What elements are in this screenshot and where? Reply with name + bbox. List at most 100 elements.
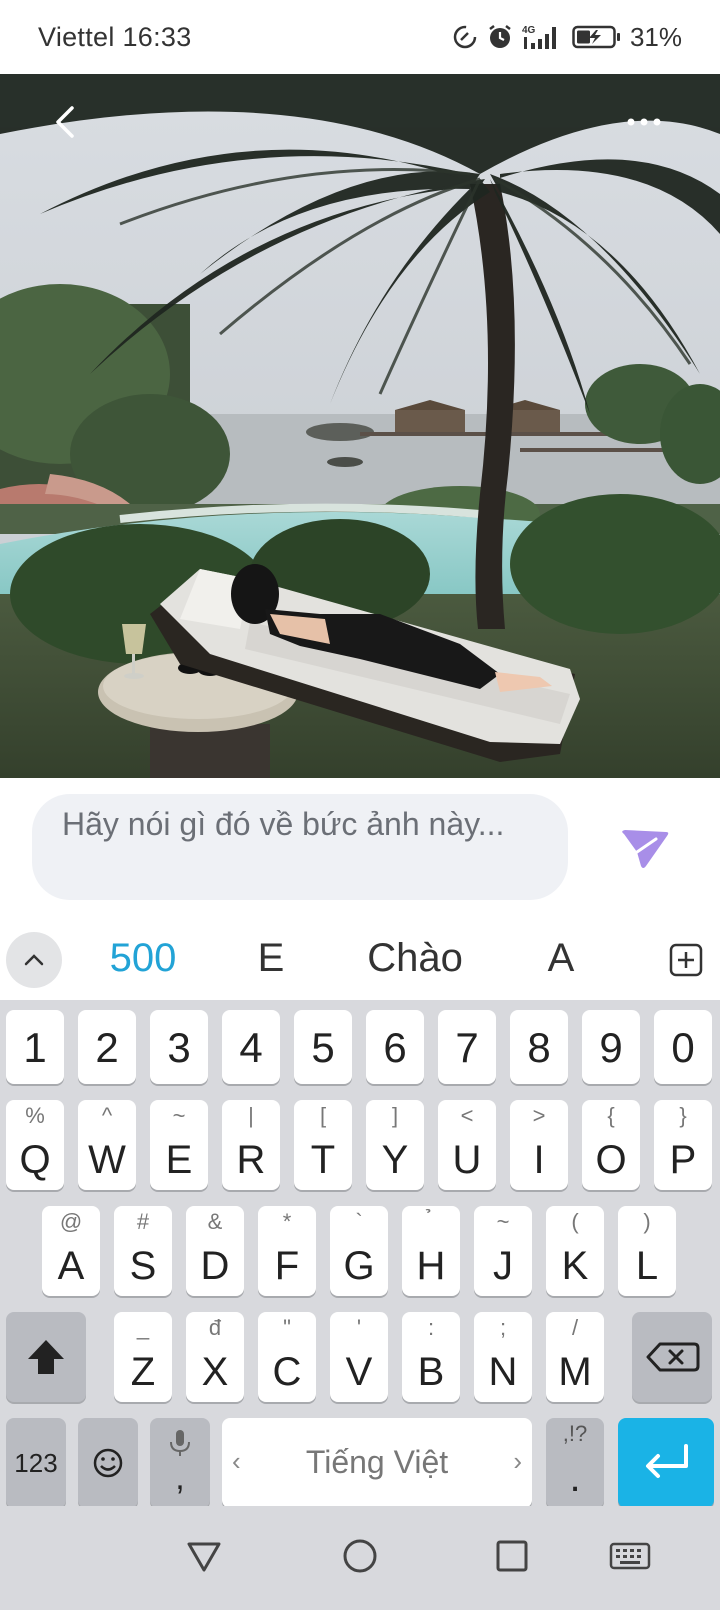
key-l[interactable]: ) L bbox=[618, 1206, 676, 1296]
key-j[interactable]: ~ J bbox=[474, 1206, 532, 1296]
emoji-icon bbox=[93, 1448, 123, 1478]
key-c[interactable]: " C bbox=[258, 1312, 316, 1402]
key-label: X bbox=[201, 1350, 229, 1394]
key-p[interactable]: } P bbox=[654, 1100, 712, 1190]
key-alt-label: | bbox=[248, 1103, 254, 1128]
shift-key[interactable] bbox=[6, 1312, 86, 1402]
key-h[interactable]: ̉H bbox=[402, 1206, 460, 1296]
chevron-up-icon bbox=[24, 954, 44, 966]
space-right-arrow-icon: › bbox=[513, 1446, 522, 1476]
key-g[interactable]: ` G bbox=[330, 1206, 388, 1296]
key-label: L bbox=[635, 1244, 659, 1288]
add-to-dictionary-button[interactable] bbox=[668, 942, 704, 978]
key-label: M bbox=[558, 1350, 592, 1394]
key-alt-label: { bbox=[607, 1103, 615, 1128]
key-0[interactable]: 0 bbox=[654, 1010, 712, 1084]
key-alt-label: } bbox=[679, 1103, 687, 1128]
key-label: Z bbox=[130, 1350, 156, 1394]
back-button[interactable] bbox=[36, 92, 96, 152]
key-label: A bbox=[57, 1244, 85, 1288]
key-o[interactable]: {O bbox=[582, 1100, 640, 1190]
key-label: R bbox=[236, 1138, 266, 1182]
nav-keyboard-button[interactable] bbox=[608, 1536, 652, 1581]
key-6[interactable]: 6 bbox=[366, 1010, 424, 1084]
key-t[interactable]: [T bbox=[294, 1100, 352, 1190]
key-alt-label: ̉ bbox=[402, 1210, 460, 1234]
key-alt-label: ^ bbox=[101, 1103, 113, 1128]
key-9[interactable]: 9 bbox=[582, 1010, 640, 1084]
key-n[interactable]: ; N bbox=[474, 1312, 532, 1402]
key-m[interactable]: / M bbox=[546, 1312, 604, 1402]
key-alt-label: ,!? bbox=[562, 1421, 588, 1446]
nav-back-button[interactable] bbox=[184, 1536, 224, 1581]
backspace-key[interactable] bbox=[632, 1312, 712, 1402]
key-r[interactable]: | R bbox=[222, 1100, 280, 1190]
enter-key[interactable] bbox=[618, 1418, 714, 1508]
triangle-back-icon bbox=[187, 1542, 221, 1572]
key-x[interactable]: đX bbox=[186, 1312, 244, 1402]
key-alt-label: % bbox=[25, 1103, 45, 1128]
key-2[interactable]: 2 bbox=[78, 1010, 136, 1084]
battery-charging-icon bbox=[572, 25, 620, 49]
key-y[interactable]: ] Y bbox=[366, 1100, 424, 1190]
numbers-symbols-key[interactable]: 123 bbox=[6, 1418, 66, 1508]
key-a[interactable]: @ A bbox=[42, 1206, 100, 1296]
key-k[interactable]: (K bbox=[546, 1206, 604, 1296]
more-options-button[interactable] bbox=[614, 92, 674, 152]
key-label: G bbox=[343, 1244, 375, 1288]
key-i[interactable]: > I bbox=[510, 1100, 568, 1190]
key-5[interactable]: 5 bbox=[294, 1010, 352, 1084]
key-alt-label: ` bbox=[355, 1209, 363, 1234]
key-label: 123 bbox=[14, 1448, 58, 1478]
key-u[interactable]: < U bbox=[438, 1100, 496, 1190]
key-v[interactable]: ' V bbox=[330, 1312, 388, 1402]
status-bar: Viettel 16:33 4G 31% bbox=[0, 0, 720, 74]
voice-comma-key[interactable]: , bbox=[150, 1418, 210, 1508]
key-label: 9 bbox=[599, 1024, 623, 1071]
key-8[interactable]: 8 bbox=[510, 1010, 568, 1084]
keyboard-suggestion-bar: 500 E Chào A bbox=[0, 920, 720, 1000]
key-label: 6 bbox=[383, 1024, 407, 1071]
shift-arrow-icon bbox=[28, 1340, 64, 1374]
key-alt-label: ~ bbox=[172, 1103, 186, 1128]
suggestion-item[interactable]: E bbox=[206, 936, 336, 981]
system-navigation-bar bbox=[0, 1506, 720, 1610]
period-key[interactable]: ,!? . bbox=[546, 1418, 604, 1508]
key-z[interactable]: _ Z bbox=[114, 1312, 172, 1402]
emoji-key[interactable] bbox=[78, 1418, 138, 1508]
clock: 16:33 bbox=[122, 21, 192, 52]
key-q[interactable]: % Q bbox=[6, 1100, 64, 1190]
keyboard-icon bbox=[609, 1542, 651, 1570]
nav-home-button[interactable] bbox=[340, 1536, 380, 1581]
key-label: N bbox=[488, 1350, 518, 1394]
key-d[interactable]: & D bbox=[186, 1206, 244, 1296]
suggestion-item[interactable]: 500 bbox=[78, 936, 208, 981]
key-w[interactable]: ^ W bbox=[78, 1100, 136, 1190]
key-4[interactable]: 4 bbox=[222, 1010, 280, 1084]
status-icons: 4G 31% bbox=[452, 22, 682, 53]
key-label: , bbox=[175, 1459, 185, 1497]
key-label: Y bbox=[381, 1138, 409, 1182]
key-7[interactable]: 7 bbox=[438, 1010, 496, 1084]
space-key[interactable]: ‹ Tiếng Việt › bbox=[222, 1418, 532, 1508]
key-1[interactable]: 1 bbox=[6, 1010, 64, 1084]
key-b[interactable]: :B bbox=[402, 1312, 460, 1402]
key-label: 0 bbox=[671, 1024, 695, 1071]
key-label: 4 bbox=[239, 1024, 263, 1071]
key-label: S bbox=[129, 1244, 157, 1288]
key-label: B bbox=[417, 1350, 445, 1394]
suggestion-item[interactable]: A bbox=[496, 936, 626, 981]
key-f[interactable]: * F bbox=[258, 1206, 316, 1296]
send-button[interactable] bbox=[616, 822, 672, 878]
key-label: 7 bbox=[455, 1024, 479, 1071]
key-label: D bbox=[200, 1244, 230, 1288]
key-3[interactable]: 3 bbox=[150, 1010, 208, 1084]
message-input[interactable] bbox=[32, 794, 568, 900]
key-label: H bbox=[416, 1244, 446, 1288]
key-s[interactable]: # S bbox=[114, 1206, 172, 1296]
nav-recents-button[interactable] bbox=[492, 1536, 532, 1581]
collapse-keyboard-button[interactable] bbox=[6, 932, 62, 988]
key-e[interactable]: ~ E bbox=[150, 1100, 208, 1190]
suggestion-item[interactable]: Chào bbox=[350, 936, 480, 981]
more-horizontal-icon bbox=[627, 118, 661, 126]
